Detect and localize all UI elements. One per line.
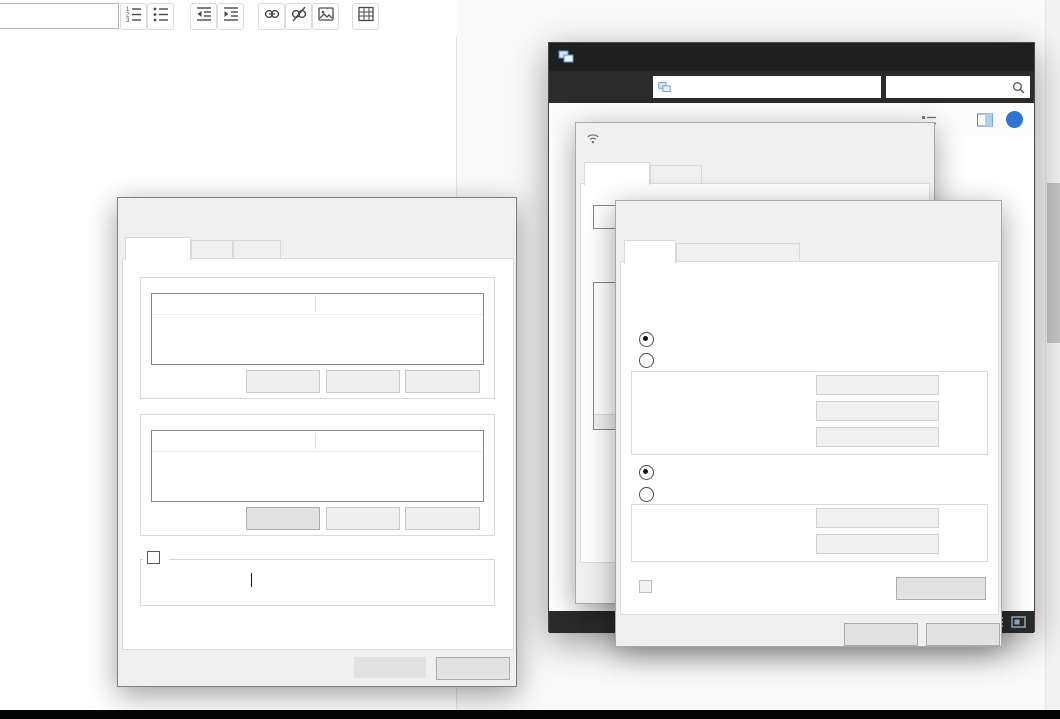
- unlink-button[interactable]: [285, 3, 312, 30]
- unlink-icon: [289, 4, 309, 29]
- header-underline: [152, 451, 483, 452]
- screen: 123: [0, 0, 1060, 719]
- default-gateway-field: [816, 427, 939, 447]
- organize-menu[interactable]: [571, 112, 574, 126]
- indent-icon: [221, 4, 241, 29]
- ip-add-button: [246, 370, 320, 393]
- ip-remove-button: [405, 370, 480, 393]
- navigation-bar: [549, 71, 1034, 103]
- preferred-dns-field: [816, 508, 939, 528]
- editor-toolbar: 123: [0, 0, 456, 33]
- preview-pane-button[interactable]: [977, 113, 993, 132]
- bullet-list-icon: [151, 4, 171, 29]
- cancel-button[interactable]: [436, 657, 510, 680]
- numbered-list-icon: 123: [124, 4, 144, 29]
- scrollbar-thumb[interactable]: [1047, 183, 1060, 343]
- search-box[interactable]: [886, 76, 1030, 98]
- minimize-icon[interactable]: [899, 43, 944, 71]
- ip-address-field: [816, 375, 939, 395]
- window-titlebar[interactable]: [549, 43, 1034, 71]
- svg-text:3: 3: [126, 18, 130, 24]
- ipv4-properties-dialog: [615, 200, 1002, 647]
- ok-button[interactable]: [844, 623, 918, 646]
- interface-metric-input[interactable]: [246, 570, 322, 592]
- numbered-list-button[interactable]: 123: [120, 3, 147, 30]
- cancel-button[interactable]: [926, 623, 1000, 646]
- validate-checkbox: [639, 580, 652, 593]
- gateway-remove-button: [405, 507, 480, 530]
- indent-button[interactable]: [217, 3, 244, 30]
- automatic-metric-checkbox[interactable]: [147, 551, 160, 564]
- use-ip-radio[interactable]: [639, 353, 654, 368]
- wifi-icon: [586, 131, 600, 150]
- image-button[interactable]: [312, 3, 339, 30]
- format-combobox[interactable]: [0, 3, 119, 29]
- table-button[interactable]: [352, 3, 379, 30]
- close-icon[interactable]: [989, 43, 1034, 71]
- gateway-edit-button: [326, 507, 400, 530]
- column-divider[interactable]: [315, 296, 316, 312]
- network-app-icon: [558, 49, 574, 70]
- alternate-dns-field: [816, 534, 939, 554]
- subnet-mask-field: [816, 401, 939, 421]
- gateways-list[interactable]: [151, 430, 484, 502]
- obtain-dns-radio[interactable]: [639, 465, 654, 480]
- tab-general[interactable]: [624, 240, 676, 264]
- link-icon: [262, 4, 282, 29]
- help-button[interactable]: [1006, 111, 1023, 128]
- automatic-metric-caption: [143, 551, 169, 565]
- ip-addresses-list[interactable]: [151, 293, 484, 365]
- address-bar[interactable]: [653, 76, 881, 98]
- table-icon: [356, 4, 376, 29]
- maximize-icon[interactable]: [944, 43, 989, 71]
- page-scrollbar[interactable]: [1045, 0, 1060, 710]
- gateway-add-button[interactable]: [246, 507, 320, 530]
- tab-networking[interactable]: [584, 162, 650, 186]
- thumbnail-view-icon[interactable]: [1011, 616, 1026, 628]
- ok-button[interactable]: [354, 657, 426, 678]
- link-button[interactable]: [258, 3, 285, 30]
- bullet-list-button[interactable]: [147, 3, 174, 30]
- advanced-button[interactable]: [896, 577, 986, 600]
- bottom-black-bar: [0, 710, 1060, 719]
- tab-ip-settings[interactable]: [125, 237, 191, 261]
- image-icon: [316, 4, 336, 29]
- text-caret: [251, 573, 252, 587]
- search-icon[interactable]: [1012, 81, 1025, 94]
- preview-pane-icon: [977, 113, 993, 132]
- advanced-tcpip-dialog: [117, 197, 517, 687]
- header-underline: [152, 314, 483, 315]
- location-icon: [658, 81, 671, 94]
- column-divider[interactable]: [315, 433, 316, 449]
- scroll-left-icon[interactable]: [594, 415, 608, 429]
- ip-edit-button: [326, 370, 400, 393]
- search-input[interactable]: [892, 81, 1002, 93]
- use-dns-radio[interactable]: [639, 487, 654, 502]
- outdent-button[interactable]: [190, 3, 217, 30]
- outdent-icon: [194, 4, 214, 29]
- obtain-ip-radio[interactable]: [639, 332, 654, 347]
